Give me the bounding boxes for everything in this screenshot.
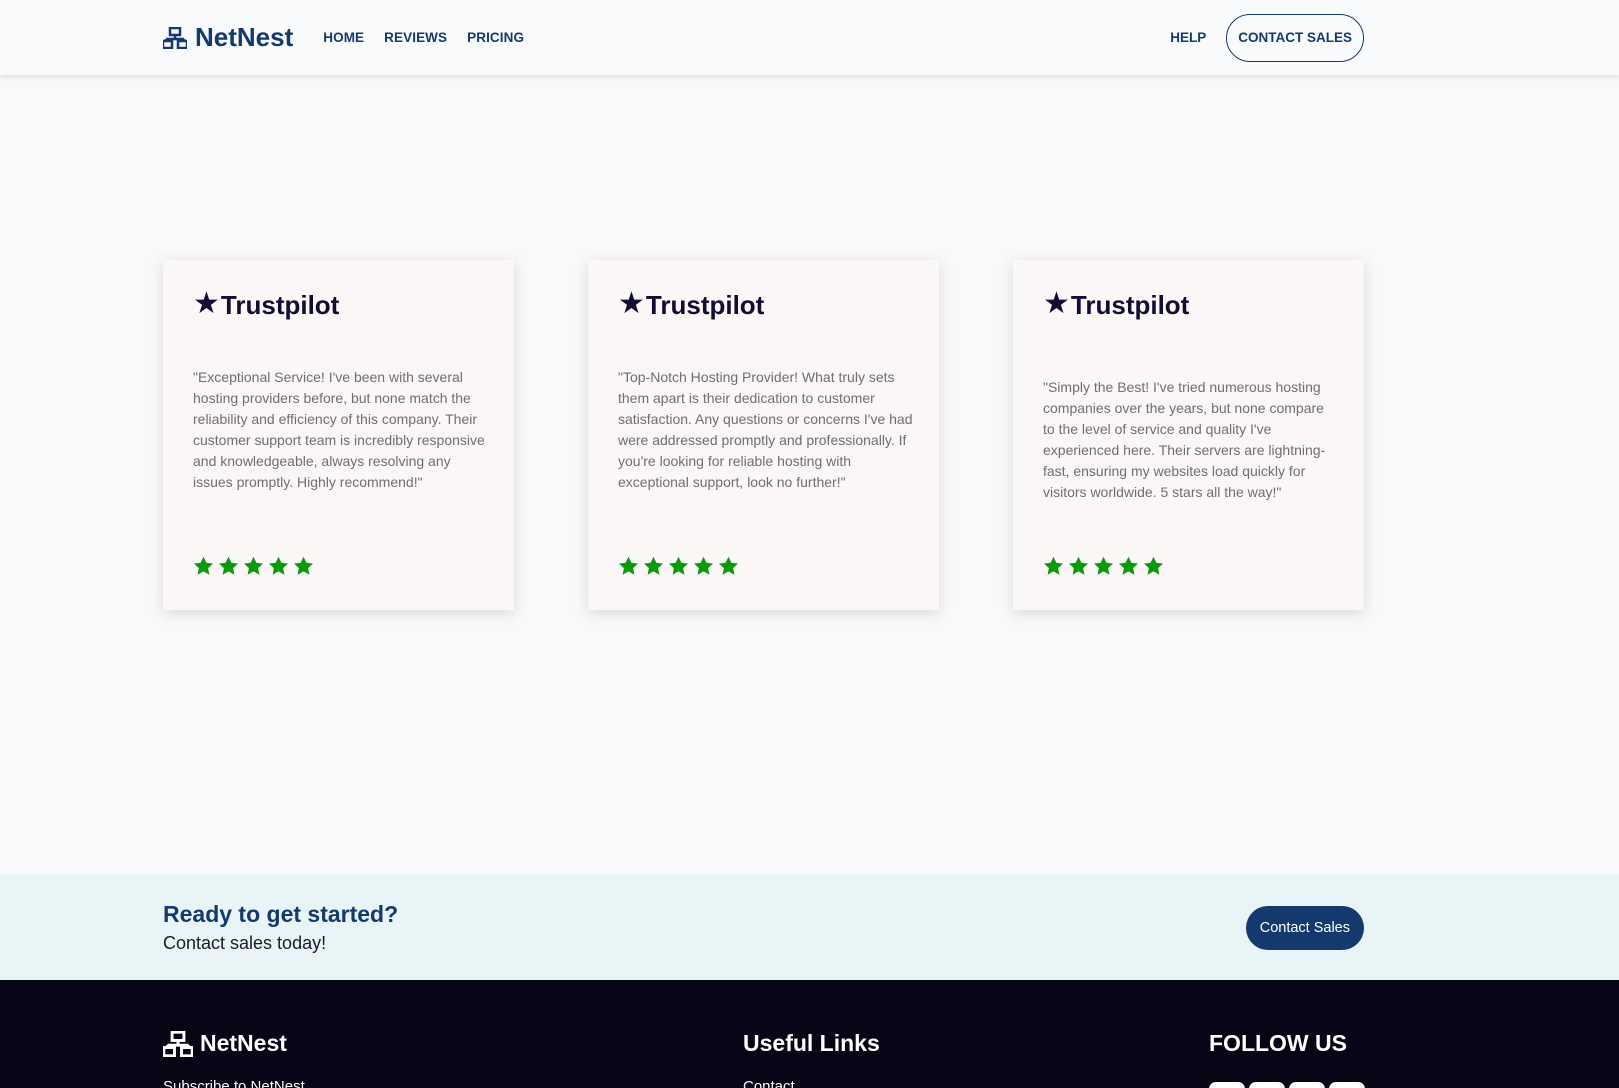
nav-help[interactable]: HELP (1170, 30, 1206, 45)
star-icon (294, 556, 313, 575)
star-rating (193, 556, 318, 576)
footer-link-contact[interactable]: Contact (743, 1078, 795, 1088)
star-icon (1069, 556, 1088, 575)
review-card: ★ Trustpilot "Simply the Best! I've trie… (1013, 260, 1364, 610)
trustpilot-star-icon: ★ (1043, 286, 1070, 320)
star-icon (694, 556, 713, 575)
review-source: Trustpilot (645, 290, 765, 320)
cta-subtitle: Contact sales today! (163, 933, 327, 953)
review-quote: "Top-Notch Hosting Provider! What truly … (618, 369, 913, 490)
social-icon[interactable] (1249, 1082, 1285, 1088)
review-source: Trustpilot (220, 290, 340, 320)
star-icon (244, 556, 263, 575)
star-icon (1044, 556, 1063, 575)
nav-reviews[interactable]: REVIEWS (384, 30, 447, 45)
main-nav: HOME REVIEWS PRICING (323, 30, 544, 45)
star-icon (1119, 556, 1138, 575)
reviews-section: ★ Trustpilot "Exceptional Service! I've … (163, 260, 1364, 610)
star-icon (1144, 556, 1163, 575)
star-icon (219, 556, 238, 575)
star-icon (619, 556, 638, 575)
star-rating (1043, 556, 1168, 576)
star-icon (719, 556, 738, 575)
footer-links-title: Useful Links (743, 1030, 880, 1056)
header-actions: HELP CONTACT SALES (1170, 13, 1364, 62)
review-card: ★ Trustpilot "Top-Notch Hosting Provider… (588, 260, 939, 610)
review-card: ★ Trustpilot "Exceptional Service! I've … (163, 260, 514, 610)
star-icon (1094, 556, 1113, 575)
trustpilot-star-icon: ★ (618, 286, 645, 320)
social-icon[interactable] (1329, 1082, 1365, 1088)
brand-logo-link[interactable]: NetNest (163, 22, 293, 53)
social-icon[interactable] (1289, 1082, 1325, 1088)
nav-home[interactable]: HOME (323, 30, 364, 45)
review-source: Trustpilot (1070, 290, 1190, 320)
cta-text: Ready to get started? Contact sales toda… (163, 901, 398, 954)
nav-pricing[interactable]: PRICING (467, 30, 524, 45)
social-links (1209, 1082, 1369, 1088)
site-header: NetNest HOME REVIEWS PRICING HELP CONTAC… (0, 0, 1619, 75)
star-rating (618, 556, 743, 576)
site-footer: NetNest Subscribe to NetNest Useful Link… (0, 980, 1619, 1088)
footer-follow-title: FOLLOW US (1209, 1030, 1347, 1056)
contact-sales-header-button[interactable]: CONTACT SALES (1226, 13, 1364, 62)
header-inner: NetNest HOME REVIEWS PRICING HELP CONTAC… (163, 0, 1364, 75)
cta-band: Ready to get started? Contact sales toda… (0, 875, 1619, 980)
trustpilot-star-icon: ★ (193, 286, 220, 320)
star-icon (269, 556, 288, 575)
star-icon (669, 556, 688, 575)
trustpilot-logo: ★ Trustpilot (193, 286, 340, 321)
cta-inner: Ready to get started? Contact sales toda… (163, 875, 1364, 980)
footer-brand: NetNest (163, 1030, 287, 1057)
review-quote: "Simply the Best! I've tried numerous ho… (1043, 379, 1326, 500)
review-quote: "Exceptional Service! I've been with sev… (193, 369, 485, 490)
brand-name: NetNest (195, 22, 294, 52)
star-icon (644, 556, 663, 575)
star-icon (194, 556, 213, 575)
cta-title: Ready to get started? (163, 901, 399, 927)
footer-subscribe-label: Subscribe to NetNest (163, 1078, 305, 1088)
network-icon (163, 1030, 193, 1057)
network-icon (163, 26, 187, 49)
contact-sales-cta-button[interactable]: Contact Sales (1245, 905, 1364, 950)
footer-brand-name: NetNest (200, 1030, 287, 1056)
trustpilot-logo: ★ Trustpilot (1043, 286, 1190, 321)
trustpilot-logo: ★ Trustpilot (618, 286, 765, 321)
social-icon[interactable] (1209, 1082, 1245, 1088)
